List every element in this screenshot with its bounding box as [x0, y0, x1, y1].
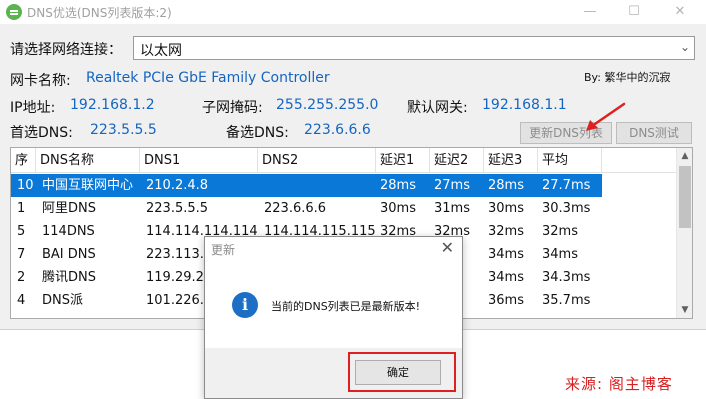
dialog-message: 当前的DNS列表已是最新版本! — [271, 300, 421, 313]
ip-value: 192.168.1.2 — [70, 97, 155, 113]
ip-label: IP地址: — [10, 100, 56, 116]
cell-index: 1 — [17, 201, 26, 216]
cell-delay3: 30ms — [488, 201, 524, 216]
dialog-title: 更新 — [211, 243, 236, 257]
cell-name: 阿里DNS — [42, 201, 96, 216]
cell-average: 34.3ms — [542, 270, 591, 285]
cell-delay3: 36ms — [488, 293, 524, 308]
cell-name: BAI DNS — [42, 247, 96, 262]
cell-delay3: 34ms — [488, 270, 524, 285]
cell-delay1: 28ms — [380, 178, 416, 193]
cell-name: 114DNS — [42, 224, 95, 239]
column-header[interactable]: DNS名称 — [36, 148, 140, 173]
dns2-value: 223.6.6.6 — [304, 122, 371, 138]
connection-select[interactable]: 以太网 ⌄ — [133, 36, 695, 60]
adapter-value: Realtek PCIe GbE Family Controller — [86, 70, 330, 86]
cell-average: 34ms — [542, 247, 578, 262]
cell-index: 5 — [17, 224, 26, 239]
column-header[interactable]: 延迟3 — [484, 148, 538, 173]
cell-delay3: 34ms — [488, 247, 524, 262]
cell-average: 32ms — [542, 224, 578, 239]
annotation-arrow-icon — [586, 102, 626, 131]
adapter-label: 网卡名称: — [10, 73, 71, 89]
scroll-thumb[interactable] — [679, 166, 691, 228]
cell-average: 27.7ms — [542, 178, 591, 193]
cell-delay3: 28ms — [488, 178, 524, 193]
info-icon: i — [232, 292, 258, 318]
dns2-label: 备选DNS: — [226, 125, 289, 141]
mask-value: 255.255.255.0 — [276, 97, 379, 113]
gateway-value: 192.168.1.1 — [482, 97, 567, 113]
close-button[interactable]: ✕ — [658, 0, 702, 24]
cell-index: 4 — [17, 293, 26, 308]
dialog-footer: 确定 — [205, 348, 462, 398]
cell-delay3: 32ms — [488, 224, 524, 239]
column-header[interactable]: DNS2 — [258, 148, 376, 173]
cell-delay2: 31ms — [434, 201, 470, 216]
table-row[interactable]: 10 中国互联网中心 210.2.4.8 28ms 27ms 28ms 27.7… — [11, 174, 602, 197]
window-title: DNS优选(DNS列表版本:2) — [27, 6, 172, 20]
cell-index: 10 — [17, 178, 34, 193]
chevron-down-icon: ⌄ — [679, 40, 690, 54]
column-header[interactable]: 序 — [11, 148, 36, 173]
vertical-scrollbar[interactable]: ▲ ▼ — [676, 148, 692, 318]
cell-dns2: 223.6.6.6 — [264, 201, 327, 216]
cell-dns1: 210.2.4.8 — [146, 178, 209, 193]
mask-label: 子网掩码: — [202, 100, 263, 116]
cell-delay1: 30ms — [380, 201, 416, 216]
cell-average: 30.3ms — [542, 201, 591, 216]
dns1-value: 223.5.5.5 — [90, 122, 157, 138]
cell-index: 2 — [17, 270, 26, 285]
dialog-close-icon[interactable]: ✕ — [441, 238, 454, 257]
cell-name: DNS派 — [42, 293, 83, 308]
scroll-down-icon[interactable]: ▼ — [677, 302, 692, 318]
table-header: 序 DNS名称 DNS1 DNS2 延迟1 延迟2 延迟3 平均 — [11, 148, 677, 173]
cell-average: 35.7ms — [542, 293, 591, 308]
column-header[interactable]: DNS1 — [140, 148, 258, 173]
author-credit: By: 繁华中的沉寂 — [584, 71, 671, 84]
maximize-button[interactable]: ☐ — [612, 0, 656, 24]
column-header[interactable]: 延迟2 — [430, 148, 484, 173]
cell-delay2: 27ms — [434, 178, 470, 193]
title-bar: DNS优选(DNS列表版本:2) — ☐ ✕ — [0, 0, 706, 24]
cell-name: 腾讯DNS — [42, 270, 96, 285]
cell-dns2 — [260, 174, 378, 197]
dns1-label: 首选DNS: — [10, 125, 73, 141]
table-row[interactable]: 1 阿里DNS 223.5.5.5 223.6.6.6 30ms 31ms 30… — [11, 197, 602, 220]
cell-dns1: 223.5.5.5 — [146, 201, 209, 216]
minimize-button[interactable]: — — [568, 0, 612, 24]
column-header-empty — [602, 148, 677, 173]
connection-label: 请选择网络连接： — [10, 42, 122, 58]
screenshot-stage: DNS优选(DNS列表版本:2) — ☐ ✕ 请选择网络连接： 以太网 ⌄ 网卡… — [0, 0, 706, 399]
update-dialog: 更新 ✕ i 当前的DNS列表已是最新版本! 确定 — [204, 236, 463, 399]
source-watermark: 来源: 阁主博客 — [565, 375, 673, 393]
cell-index: 7 — [17, 247, 26, 262]
column-header[interactable]: 延迟1 — [376, 148, 430, 173]
column-header[interactable]: 平均 — [538, 148, 602, 173]
connection-selected-value: 以太网 — [140, 43, 182, 59]
scroll-up-icon[interactable]: ▲ — [677, 148, 692, 164]
cell-name: 中国互联网中心 — [42, 178, 134, 193]
app-icon — [6, 4, 22, 20]
ok-button[interactable]: 确定 — [355, 360, 441, 385]
gateway-label: 默认网关: — [407, 100, 468, 116]
